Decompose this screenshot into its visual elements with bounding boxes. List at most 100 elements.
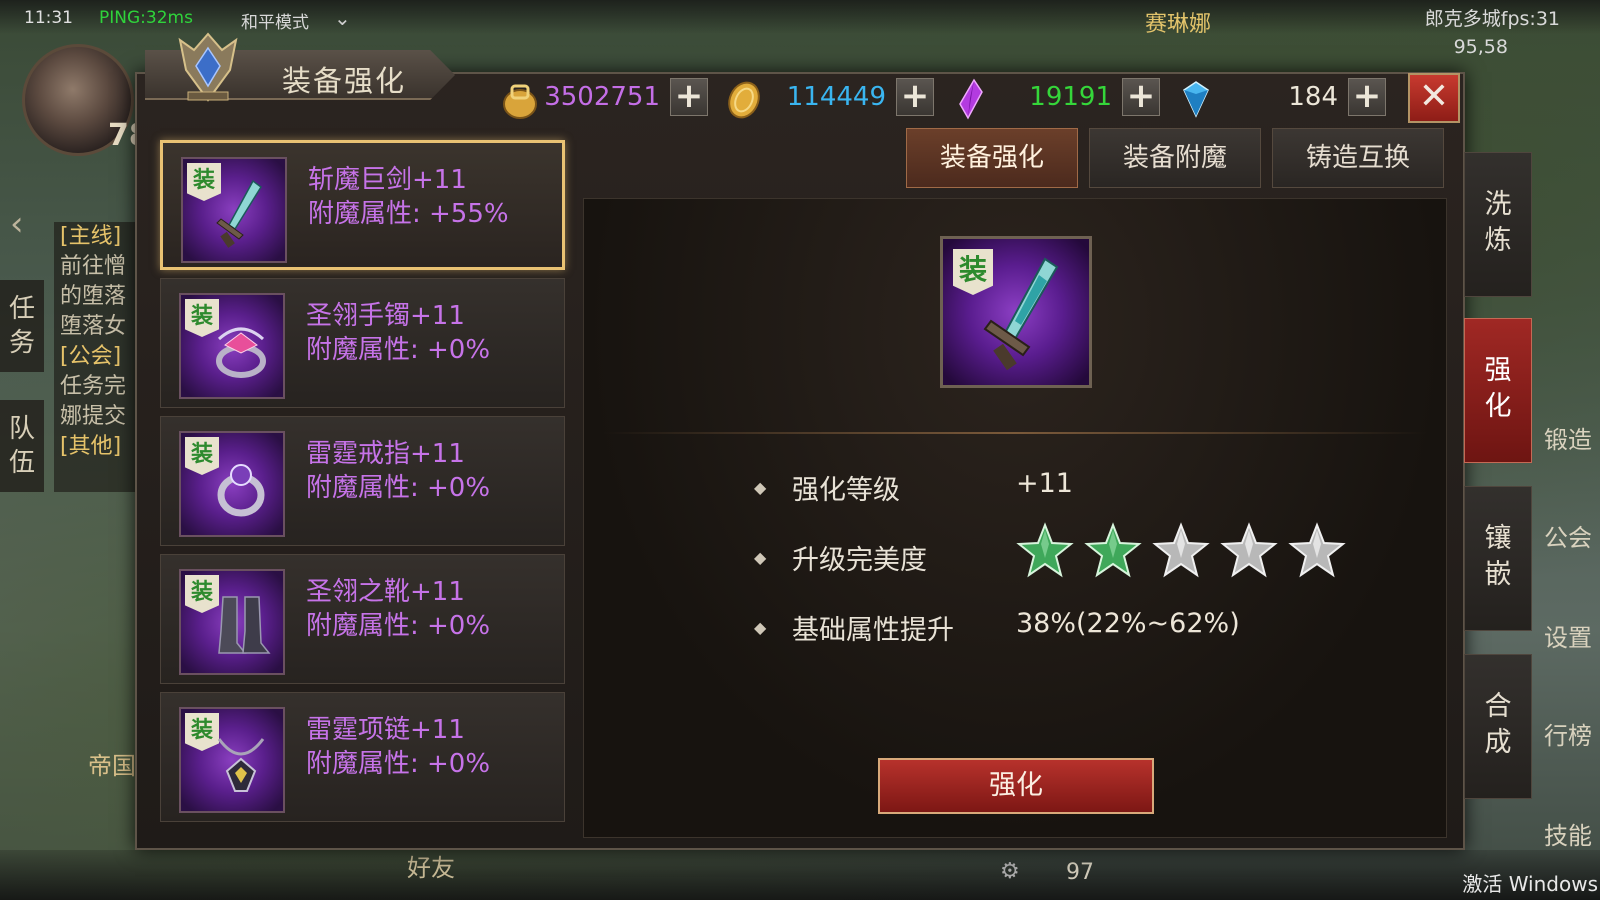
sword-icon [983, 257, 1059, 371]
pk-mode-selector[interactable]: 和平模式 [241, 8, 309, 33]
side-tab-label: 合成 [1484, 691, 1512, 758]
enchant-attribute: 附魔属性: +55% [308, 199, 509, 229]
enhance-level-label: 强化等级 [792, 475, 900, 506]
enchant-attribute: 附魔属性: +0% [306, 611, 491, 641]
location-fps-text: 郎克多城fps:31 [1424, 8, 1560, 30]
ranking-shortcut[interactable]: 行榜 [1544, 716, 1592, 751]
bottom-hud-bar [0, 850, 1600, 900]
add-gold-button[interactable]: + [896, 78, 934, 116]
side-tab-label: 强化 [1484, 355, 1512, 422]
base-attribute-label: 基础属性提升 [792, 615, 954, 646]
settings-shortcut[interactable]: 设置 [1544, 618, 1592, 653]
panel-title: 装备强化 [282, 64, 407, 98]
equipment-item-boots[interactable]: 装 圣翎之靴+11 附魔属性: +0% [160, 554, 565, 684]
emblem-icon [178, 32, 238, 102]
enchant-attribute: 附魔属性: +0% [306, 749, 491, 779]
equipment-item-bracelet[interactable]: 装 圣翎手镯+11 附魔属性: +0% [160, 278, 565, 408]
quest-tracker[interactable]: [主线] 前往憎 的堕落 堕落女 [公会] 任务完 娜提交 [其他] [54, 222, 136, 492]
star-filled-icon [1084, 522, 1142, 578]
quest-tag: [公会] [60, 344, 122, 369]
windows-activation-watermark: 激活 Windows [1462, 872, 1598, 896]
equipment-item-ring[interactable]: 装 雷霆戒指+11 附魔属性: +0% [160, 416, 565, 546]
equipment-name: 圣翎之靴+11 [306, 577, 465, 607]
quest-text: 堕落女 [60, 314, 127, 339]
blue-diamond-icon [1183, 81, 1209, 118]
add-diamond-button[interactable]: + [1348, 78, 1386, 116]
equipment-name: 圣翎手镯+11 [306, 301, 465, 331]
coordinates-text: 95,58 [1453, 36, 1508, 58]
bottom-level-text: 97 [1066, 860, 1094, 885]
item-slot: 装 [179, 569, 285, 675]
side-tab-combine[interactable]: 合成 [1464, 654, 1532, 799]
crystal-amount: 19191 [1029, 82, 1112, 112]
team-tab-label: 队伍 [8, 414, 35, 478]
item-slot: 装 [179, 431, 285, 537]
quest-tag: [主线] [60, 224, 122, 249]
quest-text: 前往憎 [60, 254, 127, 279]
locked-gold-amount: 3502751 [544, 82, 660, 112]
ping-text: PING:32ms [99, 8, 193, 28]
equipment-list: 装 斩魔巨剑+11 附魔属性: +55% 装 圣翎手镯+11 附魔属性: +0%… [160, 140, 568, 830]
enhance-level-value: +11 [1016, 468, 1073, 499]
diamond-bullet-icon: ◆ [754, 618, 767, 637]
item-slot: 装 [179, 707, 285, 813]
sword-icon [216, 179, 262, 248]
tab-enchant[interactable]: 装备附魔 [1089, 128, 1261, 188]
team-tab[interactable]: 队伍 [0, 400, 44, 492]
gold-coin-icon [728, 81, 760, 119]
side-tab-label: 镶嵌 [1484, 523, 1512, 590]
star-empty-icon [1152, 522, 1210, 578]
side-tab-label: 洗炼 [1484, 189, 1512, 256]
star-empty-icon [1220, 522, 1278, 578]
diamond-bullet-icon: ◆ [754, 548, 767, 567]
skills-shortcut[interactable]: 技能 [1544, 816, 1592, 851]
item-slot: 装 [179, 293, 285, 399]
add-locked-gold-button[interactable]: + [670, 78, 708, 116]
equipment-item-necklace[interactable]: 装 雷霆项链+11 附魔属性: +0% [160, 692, 565, 822]
bracelet-icon [216, 327, 266, 378]
diamond-amount: 184 [1288, 82, 1338, 112]
purple-crystal-icon [959, 78, 983, 120]
enchant-attribute: 附魔属性: +0% [306, 473, 491, 503]
quest-tab-label: 任务 [8, 294, 35, 358]
ring-icon [217, 464, 265, 517]
quest-text: 任务完 [60, 374, 127, 399]
clock-text: 11:31 [24, 8, 73, 28]
gold-amount: 114449 [786, 82, 886, 112]
equipment-name: 雷霆项链+11 [306, 715, 465, 745]
empire-label: 帝国 [88, 752, 136, 780]
add-crystal-button[interactable]: + [1122, 78, 1160, 116]
npc-name-text: 赛琳娜 [1145, 12, 1212, 37]
side-tab-refine[interactable]: 洗炼 [1464, 152, 1532, 297]
locked-gold-icon [503, 84, 537, 119]
boots-icon [218, 596, 271, 654]
equipment-name: 雷霆戒指+11 [306, 439, 465, 469]
friends-button[interactable]: 好友 [407, 848, 455, 883]
equipment-item-sword[interactable]: 装 斩魔巨剑+11 附魔属性: +55% [160, 140, 565, 270]
guild-shortcut[interactable]: 公会 [1544, 518, 1592, 553]
collapse-arrow-icon[interactable]: ‹ [10, 204, 24, 244]
tab-forge-exchange[interactable]: 铸造互换 [1272, 128, 1444, 188]
quest-text: 娜提交 [60, 404, 127, 429]
close-button[interactable]: ✕ [1408, 73, 1460, 123]
selected-item-slot: 装 [940, 236, 1092, 388]
item-slot: 装 [181, 157, 287, 263]
base-attribute-value: 38%(22%~62%) [1016, 608, 1240, 639]
perfection-label: 升级完美度 [792, 545, 927, 576]
star-filled-icon [1016, 522, 1074, 578]
enchant-attribute: 附魔属性: +0% [306, 335, 491, 365]
enhance-button[interactable]: 强化 [878, 758, 1154, 814]
side-tab-enhance[interactable]: 强化 [1464, 318, 1532, 463]
quest-tab[interactable]: 任务 [0, 280, 44, 372]
chevron-down-icon[interactable]: ⌄ [334, 6, 351, 30]
divider [603, 432, 1427, 434]
tab-enhance[interactable]: 装备强化 [906, 128, 1078, 188]
side-tab-inlay[interactable]: 镶嵌 [1464, 486, 1532, 631]
hud-top-bar [0, 0, 1600, 34]
forge-shortcut[interactable]: 锻造 [1544, 420, 1592, 455]
quest-text: 的堕落 [60, 284, 127, 309]
necklace-icon [217, 738, 265, 792]
star-empty-icon [1288, 522, 1346, 578]
quest-tag: [其他] [60, 434, 122, 459]
gear-icon[interactable]: ⚙ [1000, 859, 1020, 884]
